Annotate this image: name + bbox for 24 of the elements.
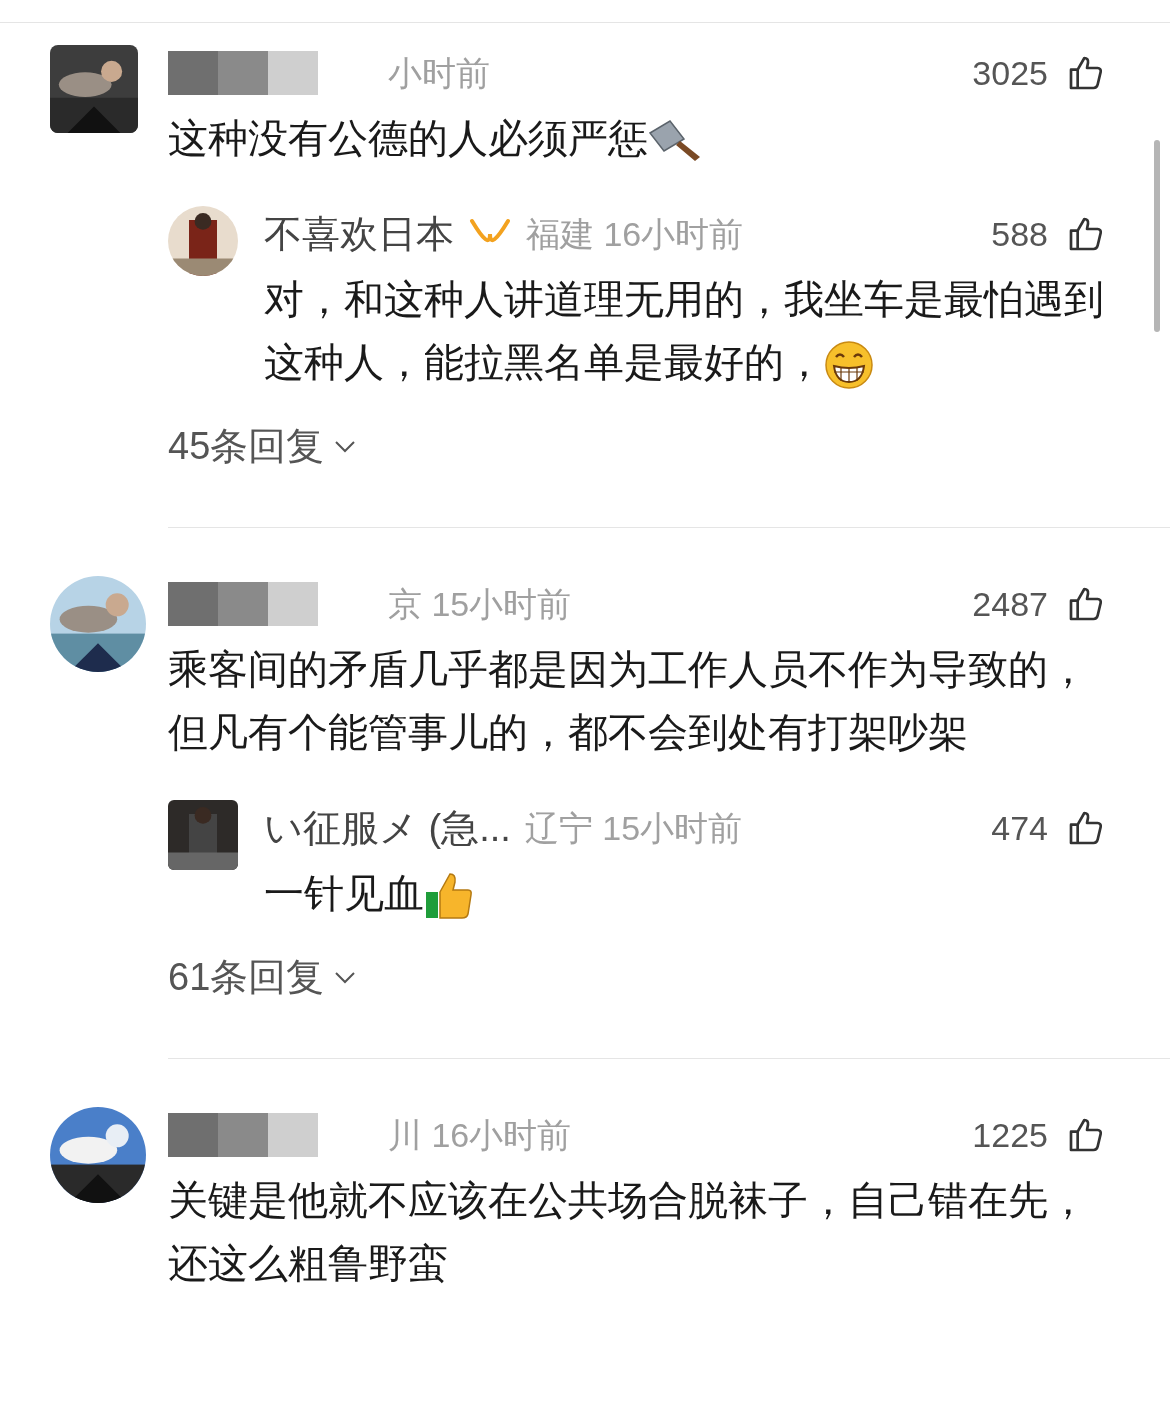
like-count: 474 xyxy=(991,807,1048,849)
comment-text: 乘客间的矛盾几乎都是因为工作人员不作为导致的，但凡有个能管事儿的，都不会到处有打架吵架 xyxy=(168,646,1089,756)
like-count: 1225 xyxy=(972,1114,1048,1156)
thumbs-up-emoji-icon xyxy=(424,872,474,921)
like-count: 588 xyxy=(991,213,1048,255)
view-replies-button[interactable]: 61条回复 xyxy=(168,949,357,1006)
comment-meta: 京 15小时前 xyxy=(388,583,572,625)
chevron-down-icon xyxy=(334,970,357,985)
reply-text: 对，和这种人讲道理无用的，我坐车是最怕遇到这种人，能拉黑名单是最好的， xyxy=(264,268,1106,394)
reply-username[interactable]: 不喜欢日本 xyxy=(264,205,454,263)
comment-meta: 小时前 xyxy=(388,52,490,94)
comment-text: 这种没有公德的人必须严惩 xyxy=(168,107,1106,170)
like-count: 2487 xyxy=(972,583,1048,625)
reply-meta: 福建 16小时前 xyxy=(526,213,744,255)
chevron-down-icon xyxy=(334,439,357,454)
like-count: 3025 xyxy=(972,52,1048,94)
view-replies-button[interactable]: 45条回复 xyxy=(168,418,357,475)
reply-username[interactable]: い征服メ (急... xyxy=(264,799,511,857)
reply-text: 一针见血 xyxy=(264,862,1106,925)
scrollbar[interactable] xyxy=(1154,140,1160,332)
comment-meta: 川 16小时前 xyxy=(388,1114,572,1156)
reply-meta: 辽宁 15小时前 xyxy=(524,807,743,849)
comment-text: 关键是他就不应该在公共场合脱袜子，自己错在先，还这么粗鲁野蛮 xyxy=(168,1177,1089,1287)
grinning-emoji-icon xyxy=(824,340,874,391)
